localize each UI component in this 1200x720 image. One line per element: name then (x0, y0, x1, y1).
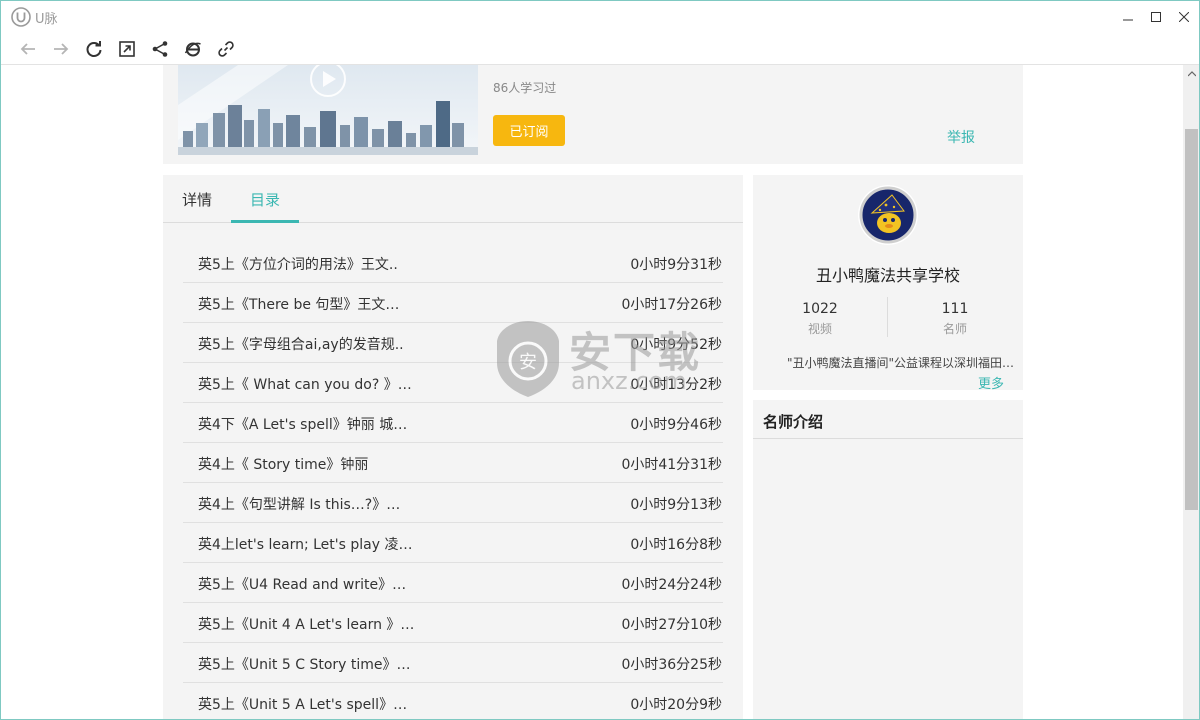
tab-bar: 详情 目录 (163, 175, 743, 223)
subscribed-button[interactable]: 已订阅 (493, 115, 565, 146)
catalog-row[interactable]: 英5上《方位介词的用法》王文.. 0小时9分31秒 (183, 243, 723, 283)
catalog-item-duration: 0小时20分9秒 (630, 697, 722, 713)
catalog-row[interactable]: 英4上《 Story time》钟丽 0小时41分31秒 (183, 443, 723, 483)
catalog-row[interactable]: 英4上let's learn; Let's play 凌… 0小时16分8秒 (183, 523, 723, 563)
catalog-item-title: 英5上《Unit 4 A Let's learn 》… (198, 617, 415, 633)
window-title: U脉 (35, 12, 58, 27)
teacher-intro-title: 名师介绍 (763, 413, 824, 431)
learned-count: 86人学习过 (493, 81, 557, 95)
catalog-item-duration: 0小时36分25秒 (621, 657, 722, 673)
teacher-count: 111 (941, 301, 969, 317)
tab-details[interactable]: 详情 (182, 189, 212, 210)
catalog-item-title: 英5上《方位介词的用法》王文.. (198, 257, 398, 273)
catalog-item-title: 英5上《Unit 5 A Let's spell》… (198, 697, 408, 713)
catalog-item-duration: 0小时9分13秒 (630, 497, 722, 513)
title-bar: U脉 (1, 1, 1199, 33)
catalog-item-title: 英4下《A Let's spell》钟丽 城… (198, 417, 408, 433)
active-tab-indicator (231, 220, 299, 223)
ie-browser-button[interactable] (182, 38, 204, 60)
catalog-item-title: 英5上《字母组合ai,ay的发音规.. (198, 337, 404, 353)
catalog-row[interactable]: 英5上《Unit 4 A Let's learn 》… 0小时27分10秒 (183, 603, 723, 643)
maximize-icon (1151, 12, 1161, 22)
back-button[interactable] (17, 38, 39, 60)
catalog-item-duration: 0小时41分31秒 (621, 457, 722, 473)
course-header: 86人学习过 已订阅 举报 (163, 65, 1023, 164)
browser-toolbar (1, 33, 1199, 65)
catalog-item-title: 英5上《Unit 5 C Story time》… (198, 657, 411, 673)
copy-link-button[interactable] (215, 38, 237, 60)
refresh-button[interactable] (83, 38, 105, 60)
open-external-icon (119, 41, 135, 57)
close-icon (1179, 12, 1189, 22)
catalog-row[interactable]: 英5上《There be 句型》王文… 0小时17分26秒 (183, 283, 723, 323)
chevron-up-icon (1187, 70, 1196, 76)
catalog-item-duration: 0小时9分31秒 (630, 257, 722, 273)
forward-button[interactable] (50, 38, 72, 60)
catalog-row[interactable]: 英5上《U4 Read and write》… 0小时24分24秒 (183, 563, 723, 603)
share-icon (152, 41, 168, 57)
course-cover-image[interactable] (178, 65, 478, 155)
back-icon (20, 43, 35, 55)
catalog-item-duration: 0小时16分8秒 (630, 537, 722, 553)
tab-catalog[interactable]: 目录 (250, 189, 280, 210)
school-card: 丑小鸭魔法共享学校 1022 视频 111 名师 "丑小鸭魔法直播间"公益课程以… (753, 175, 1023, 392)
teacher-intro-card: 名师介绍 (753, 400, 1023, 719)
vertical-scrollbar[interactable] (1183, 65, 1199, 719)
share-button[interactable] (149, 38, 171, 60)
watermark: 安 安下载 anxz.com (493, 319, 733, 401)
report-link[interactable]: 举报 (947, 127, 975, 147)
video-stat: 1022 视频 (753, 301, 887, 337)
ie-browser-icon (184, 42, 201, 57)
minimize-icon (1123, 19, 1133, 21)
scroll-thumb[interactable] (1185, 129, 1198, 510)
open-external-button[interactable] (116, 38, 138, 60)
copy-link-icon (218, 41, 234, 57)
shield-watermark-icon: 安 (497, 321, 559, 397)
catalog-item-duration: 0小时24分24秒 (621, 577, 722, 593)
watermark-text-en: anxz.com (571, 367, 687, 395)
app-window: U脉 86人学习过 已订阅 举报 详情 目录 英5上《方位介词的用法》王文.. … (0, 0, 1200, 720)
app-logo-icon (11, 7, 31, 27)
refresh-icon (86, 41, 102, 57)
catalog-row[interactable]: 英4上《句型讲解 Is this…?》… 0小时9分13秒 (183, 483, 723, 523)
catalog-item-title: 英5上《U4 Read and write》… (198, 577, 407, 593)
duck-logo-icon (858, 185, 918, 245)
catalog-item-duration: 0小时17分26秒 (621, 297, 722, 313)
school-description: "丑小鸭魔法直播间"公益课程以深圳福田… (787, 356, 1015, 370)
catalog-item-title: 英5上《There be 句型》王文… (198, 297, 400, 313)
teacher-stat: 111 名师 (888, 301, 1022, 337)
catalog-item-title: 英4上《 Story time》钟丽 (198, 457, 369, 473)
more-link[interactable]: 更多 (978, 373, 1004, 392)
city-skyline-image (178, 65, 478, 155)
catalog-item-duration: 0小时9分46秒 (630, 417, 722, 433)
catalog-row[interactable]: 英5上《Unit 5 A Let's spell》… 0小时20分9秒 (183, 683, 723, 719)
catalog-item-title: 英4上let's learn; Let's play 凌… (198, 537, 413, 553)
svg-text:安: 安 (519, 352, 537, 373)
catalog-row[interactable]: 英4下《A Let's spell》钟丽 城… 0小时9分46秒 (183, 403, 723, 443)
catalog-list: 英5上《方位介词的用法》王文.. 0小时9分31秒英5上《There be 句型》… (183, 243, 723, 719)
catalog-row[interactable]: 英5上《Unit 5 C Story time》… 0小时36分25秒 (183, 643, 723, 683)
page-content: 86人学习过 已订阅 举报 详情 目录 英5上《方位介词的用法》王文.. 0小时9… (1, 65, 1183, 719)
school-avatar[interactable] (858, 185, 918, 245)
school-name[interactable]: 丑小鸭魔法共享学校 (753, 262, 1023, 286)
catalog-item-duration: 0小时27分10秒 (621, 617, 722, 633)
divider (753, 438, 1023, 439)
catalog-panel: 详情 目录 英5上《方位介词的用法》王文.. 0小时9分31秒英5上《There … (163, 175, 743, 719)
catalog-item-title: 英5上《 What can you do? 》… (198, 377, 412, 393)
video-count: 1022 (802, 301, 838, 317)
video-label: 视频 (807, 322, 832, 336)
scroll-up-button[interactable] (1183, 65, 1199, 82)
teacher-label: 名师 (942, 322, 967, 336)
catalog-item-title: 英4上《句型讲解 Is this…?》… (198, 497, 401, 513)
close-button[interactable] (1168, 1, 1199, 33)
forward-icon (54, 43, 69, 55)
